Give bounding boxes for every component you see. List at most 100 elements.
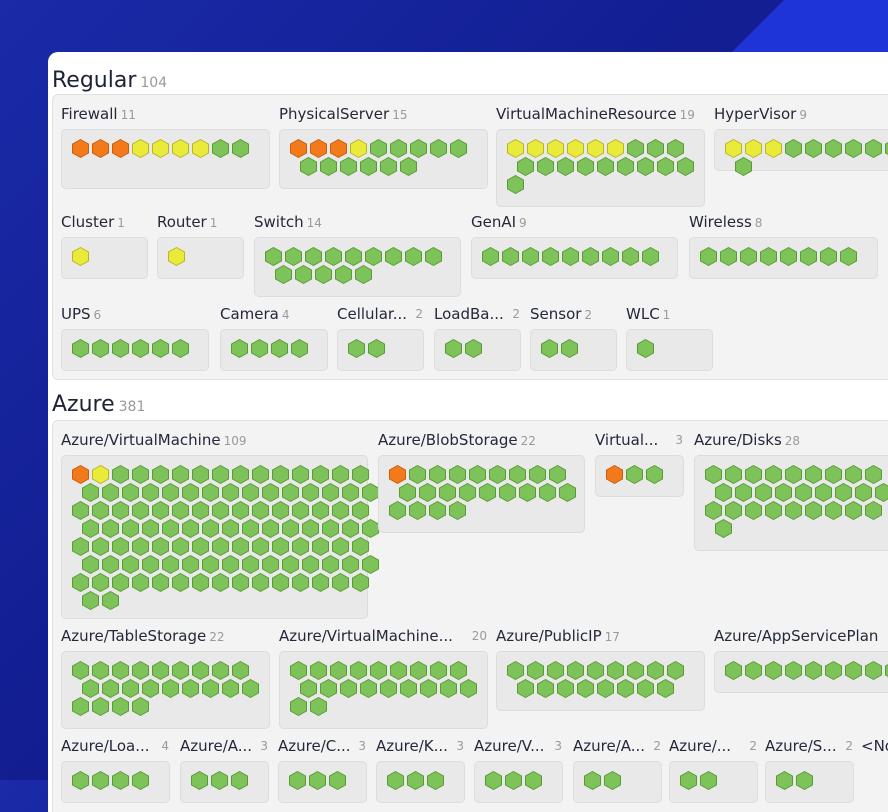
healthy-hex[interactable]: [92, 697, 109, 716]
healthy-hex[interactable]: [657, 679, 674, 698]
healthy-hex[interactable]: [429, 501, 446, 520]
healthy-hex[interactable]: [322, 555, 339, 574]
healthy-hex[interactable]: [231, 771, 248, 790]
healthy-hex[interactable]: [796, 771, 813, 790]
healthy-hex[interactable]: [232, 573, 249, 592]
healthy-hex[interactable]: [122, 519, 139, 538]
healthy-hex[interactable]: [312, 501, 329, 520]
healthy-hex[interactable]: [122, 555, 139, 574]
healthy-hex[interactable]: [222, 519, 239, 538]
healthy-hex[interactable]: [617, 679, 634, 698]
healthy-hex[interactable]: [825, 661, 842, 680]
healthy-hex[interactable]: [400, 679, 417, 698]
healthy-hex[interactable]: [845, 661, 862, 680]
healthy-hex[interactable]: [430, 139, 447, 158]
healthy-hex[interactable]: [607, 661, 624, 680]
healthy-hex[interactable]: [289, 771, 306, 790]
healthy-hex[interactable]: [212, 465, 229, 484]
healthy-hex[interactable]: [409, 501, 426, 520]
healthy-hex[interactable]: [312, 537, 329, 556]
healthy-hex[interactable]: [875, 483, 888, 502]
healthy-hex[interactable]: [507, 175, 524, 194]
healthy-hex[interactable]: [332, 501, 349, 520]
healthy-hex[interactable]: [172, 537, 189, 556]
healthy-hex[interactable]: [547, 661, 564, 680]
healthy-hex[interactable]: [646, 465, 663, 484]
healthy-hex[interactable]: [292, 537, 309, 556]
healthy-hex[interactable]: [202, 483, 219, 502]
healthy-hex[interactable]: [295, 265, 312, 284]
healthy-hex[interactable]: [647, 139, 664, 158]
healthy-hex[interactable]: [132, 661, 149, 680]
healthy-hex[interactable]: [292, 573, 309, 592]
critical-hex[interactable]: [72, 139, 89, 158]
healthy-hex[interactable]: [132, 537, 149, 556]
healthy-hex[interactable]: [102, 483, 119, 502]
healthy-hex[interactable]: [680, 771, 697, 790]
healthy-hex[interactable]: [482, 247, 499, 266]
healthy-hex[interactable]: [825, 465, 842, 484]
healthy-hex[interactable]: [637, 679, 654, 698]
healthy-hex[interactable]: [735, 483, 752, 502]
healthy-hex[interactable]: [340, 679, 357, 698]
healthy-hex[interactable]: [865, 139, 882, 158]
healthy-hex[interactable]: [350, 661, 367, 680]
healthy-hex[interactable]: [720, 247, 737, 266]
healthy-hex[interactable]: [785, 139, 802, 158]
healthy-hex[interactable]: [82, 679, 99, 698]
healthy-hex[interactable]: [539, 483, 556, 502]
healthy-hex[interactable]: [525, 771, 542, 790]
healthy-hex[interactable]: [370, 661, 387, 680]
warning-hex[interactable]: [587, 139, 604, 158]
healthy-hex[interactable]: [212, 661, 229, 680]
healthy-hex[interactable]: [252, 537, 269, 556]
healthy-hex[interactable]: [122, 679, 139, 698]
healthy-hex[interactable]: [541, 339, 558, 358]
healthy-hex[interactable]: [310, 697, 327, 716]
healthy-hex[interactable]: [272, 465, 289, 484]
healthy-hex[interactable]: [132, 697, 149, 716]
healthy-hex[interactable]: [557, 679, 574, 698]
healthy-hex[interactable]: [265, 247, 282, 266]
healthy-hex[interactable]: [102, 555, 119, 574]
healthy-hex[interactable]: [509, 465, 526, 484]
healthy-hex[interactable]: [162, 555, 179, 574]
healthy-hex[interactable]: [776, 771, 793, 790]
healthy-hex[interactable]: [252, 465, 269, 484]
healthy-hex[interactable]: [835, 483, 852, 502]
healthy-hex[interactable]: [102, 519, 119, 538]
healthy-hex[interactable]: [348, 339, 365, 358]
healthy-hex[interactable]: [405, 247, 422, 266]
healthy-hex[interactable]: [725, 661, 742, 680]
healthy-hex[interactable]: [385, 247, 402, 266]
healthy-hex[interactable]: [72, 697, 89, 716]
healthy-hex[interactable]: [420, 679, 437, 698]
healthy-hex[interactable]: [172, 573, 189, 592]
healthy-hex[interactable]: [740, 247, 757, 266]
healthy-hex[interactable]: [502, 247, 519, 266]
healthy-hex[interactable]: [785, 501, 802, 520]
healthy-hex[interactable]: [202, 555, 219, 574]
healthy-hex[interactable]: [222, 555, 239, 574]
healthy-hex[interactable]: [72, 771, 89, 790]
healthy-hex[interactable]: [584, 771, 601, 790]
healthy-hex[interactable]: [460, 679, 477, 698]
healthy-hex[interactable]: [390, 139, 407, 158]
healthy-hex[interactable]: [647, 661, 664, 680]
healthy-hex[interactable]: [542, 247, 559, 266]
healthy-hex[interactable]: [271, 339, 288, 358]
healthy-hex[interactable]: [212, 501, 229, 520]
healthy-hex[interactable]: [667, 139, 684, 158]
healthy-hex[interactable]: [191, 771, 208, 790]
healthy-hex[interactable]: [449, 501, 466, 520]
healthy-hex[interactable]: [192, 465, 209, 484]
healthy-hex[interactable]: [342, 483, 359, 502]
healthy-hex[interactable]: [368, 339, 385, 358]
healthy-hex[interactable]: [212, 537, 229, 556]
healthy-hex[interactable]: [825, 501, 842, 520]
healthy-hex[interactable]: [292, 501, 309, 520]
healthy-hex[interactable]: [302, 519, 319, 538]
healthy-hex[interactable]: [387, 771, 404, 790]
healthy-hex[interactable]: [322, 483, 339, 502]
healthy-hex[interactable]: [559, 483, 576, 502]
